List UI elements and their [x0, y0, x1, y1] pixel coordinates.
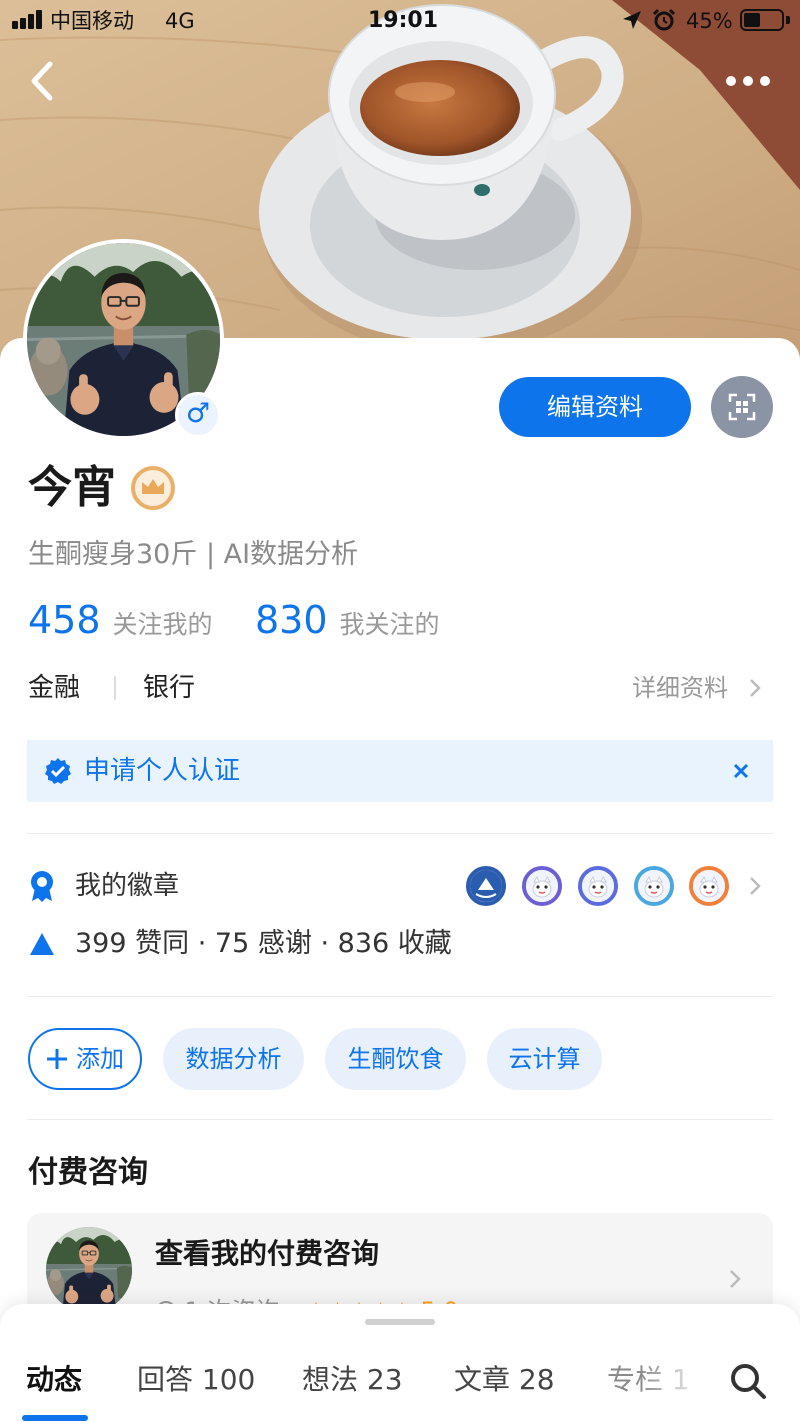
divider: [27, 996, 773, 997]
mascot-badge-icon[interactable]: [578, 866, 618, 906]
following-count: 830: [255, 598, 328, 642]
verify-banner-text: 申请个人认证: [84, 756, 241, 786]
collect-label: 收藏: [397, 928, 452, 959]
divider: [27, 833, 773, 834]
ribbon-badge-icon: [31, 871, 53, 902]
battery-icon: [740, 9, 784, 31]
battery-level: [744, 13, 761, 27]
add-tag-button[interactable]: 添加: [28, 1028, 142, 1090]
verified-check-icon: [45, 758, 71, 784]
plus-icon: [47, 1049, 67, 1069]
verify-banner[interactable]: 申请个人认证: [27, 740, 773, 802]
tab-label: 文章: [454, 1363, 511, 1396]
followers-stat[interactable]: 458 关注我的: [28, 598, 213, 642]
following-label: 我关注的: [339, 610, 440, 639]
close-icon[interactable]: [733, 763, 749, 779]
stats-summary: 399 赞同 · 75 感谢 · 836 收藏: [75, 924, 452, 964]
add-tag-label: 添加: [76, 1045, 124, 1073]
mascot-badge-icon[interactable]: [522, 866, 562, 906]
tab-label: 想法: [302, 1363, 359, 1396]
chevron-right-icon[interactable]: [748, 677, 762, 699]
thanks-count: 75: [214, 928, 250, 959]
tab-answers[interactable]: 回答 100: [137, 1360, 255, 1400]
followers-count: 458: [28, 598, 101, 642]
qr-scan-icon: [728, 393, 756, 421]
user-name: 今宵: [28, 462, 116, 513]
tab-fade: [640, 1354, 718, 1410]
chevron-right-icon: [730, 1270, 741, 1288]
mascot-badge-icon[interactable]: [689, 866, 729, 906]
tab-sheet: 动态 回答 100 想法 23 文章 28 专栏 1: [0, 1304, 800, 1422]
tag-cloud-computing[interactable]: 云计算: [487, 1028, 602, 1090]
network-type: 4G: [165, 9, 195, 33]
tab-count: 28: [518, 1363, 555, 1396]
tab-label: 回答: [137, 1363, 194, 1396]
qr-code-button[interactable]: [711, 376, 773, 438]
tab-count: 100: [201, 1363, 256, 1396]
details-link[interactable]: 详细资料: [590, 672, 728, 704]
followers-label: 关注我的: [112, 610, 213, 639]
agree-label: 赞同: [135, 928, 190, 959]
carrier-name: 中国移动: [50, 9, 134, 33]
collect-count: 836: [337, 928, 390, 959]
tab-articles[interactable]: 文章 28: [454, 1360, 555, 1400]
tab-count: 23: [366, 1363, 403, 1396]
battery-cap: [786, 16, 790, 24]
more-icon[interactable]: [724, 71, 772, 91]
chevron-right-icon[interactable]: [748, 875, 762, 897]
emblem-badge-icon[interactable]: [466, 866, 506, 906]
active-tab-indicator: [22, 1415, 88, 1421]
industry: 金融: [28, 673, 81, 703]
mascot-badge-icon[interactable]: [634, 866, 674, 906]
sub-industry: 银行: [143, 673, 196, 703]
separator: ·: [320, 928, 330, 959]
divider: [27, 1119, 773, 1120]
signal-icon: [12, 10, 42, 29]
industry-divider: [114, 676, 116, 700]
consult-card-title: 查看我的付费咨询: [155, 1237, 380, 1270]
user-bio: 生酮瘦身30斤 | AI数据分析: [28, 539, 359, 570]
tab-thoughts[interactable]: 想法 23: [302, 1360, 403, 1400]
my-badges-label: 我的徽章: [75, 871, 180, 901]
drag-handle[interactable]: [365, 1319, 435, 1325]
avatar: [46, 1227, 132, 1313]
thanks-label: 感谢: [257, 928, 312, 959]
agree-count: 399: [75, 928, 127, 959]
edit-profile-button[interactable]: 编辑资料: [499, 377, 691, 437]
upvote-triangle-icon: [30, 933, 54, 955]
profile-page: 中国移动 4G 19:01 45% ♂ 编辑资料 今宵 生酮瘦身30斤 | AI…: [0, 0, 800, 1422]
tab-label: 动态: [26, 1363, 83, 1396]
battery-percent: 45%: [686, 9, 733, 33]
search-icon[interactable]: [728, 1361, 768, 1401]
section-title: 付费咨询: [28, 1155, 148, 1190]
clock-time: 19:01: [367, 8, 439, 33]
separator: ·: [197, 928, 207, 959]
following-stat[interactable]: 830 我关注的: [255, 598, 440, 642]
alarm-icon: [652, 8, 676, 31]
tag-data-analysis[interactable]: 数据分析: [163, 1028, 304, 1090]
tab-activity[interactable]: 动态: [26, 1360, 82, 1400]
crown-badge-icon[interactable]: [129, 464, 177, 512]
tag-keto-diet[interactable]: 生酮饮食: [325, 1028, 466, 1090]
back-icon[interactable]: [26, 60, 58, 102]
male-gender-icon: ♂: [175, 392, 221, 438]
location-icon: [623, 11, 641, 29]
